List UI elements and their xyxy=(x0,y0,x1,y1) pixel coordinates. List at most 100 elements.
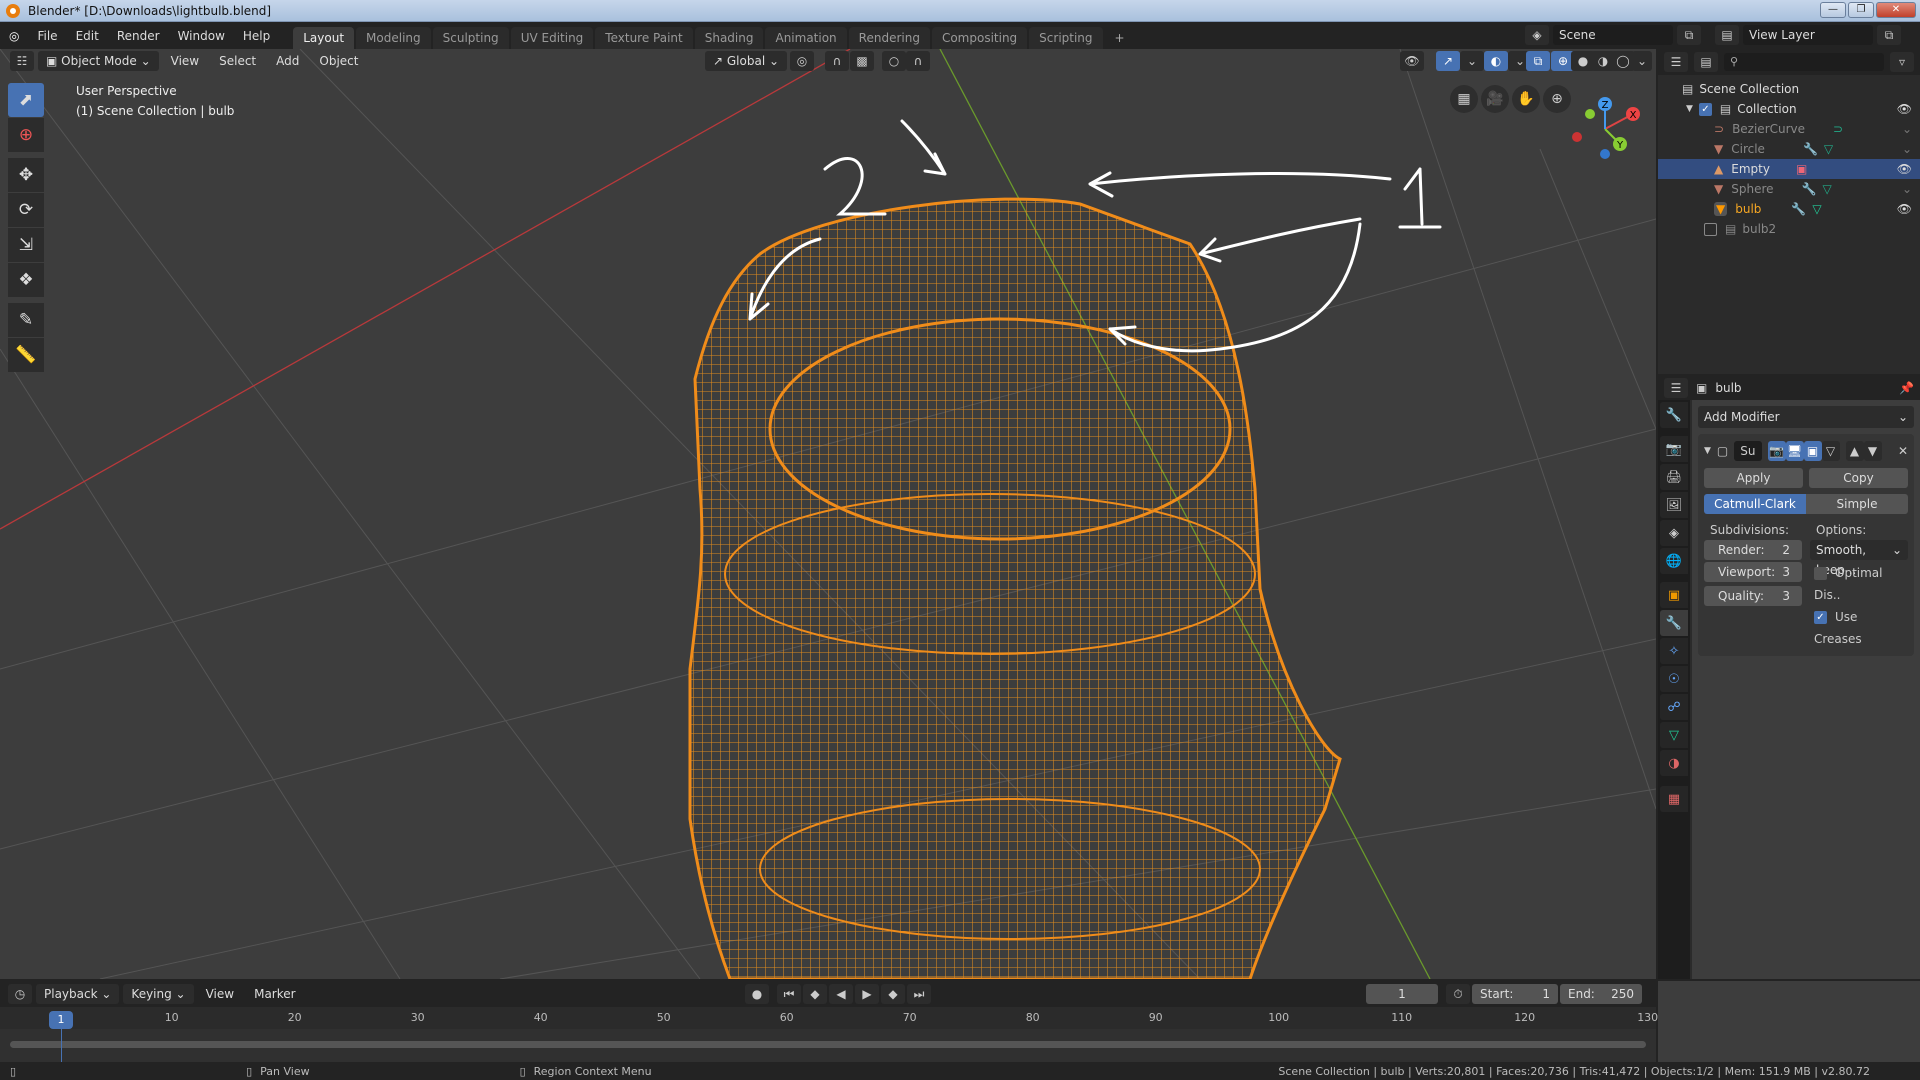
frame-ruler[interactable]: 1020304050607080901001101201301401501601… xyxy=(0,1007,1904,1029)
outliner-item-empty[interactable]: ▲ Empty ▣ 👁 xyxy=(1658,159,1920,179)
expand-arrow-icon[interactable]: ▼ xyxy=(1686,104,1693,114)
use-creases-checkbox[interactable]: ✓ xyxy=(1814,611,1827,624)
show-editmode-icon[interactable]: ▣ xyxy=(1803,441,1822,461)
viewport-menu-view[interactable]: View xyxy=(163,51,207,71)
pin-icon[interactable]: 📌 xyxy=(1899,381,1914,395)
proportional-edit-icon[interactable]: ○ xyxy=(882,51,906,71)
object-data-tab[interactable]: ▽ xyxy=(1660,722,1688,748)
cursor-tool[interactable]: ⊕ xyxy=(8,118,44,152)
copy-button[interactable]: Copy xyxy=(1809,468,1908,488)
optimal-display-checkbox[interactable] xyxy=(1814,567,1827,580)
start-frame-field[interactable]: Start: 1 xyxy=(1472,984,1558,1004)
use-creases-row[interactable]: ✓ Use Creases xyxy=(1810,606,1908,650)
record-icon[interactable]: ● xyxy=(745,984,769,1004)
tab-animation[interactable]: Animation xyxy=(765,27,847,49)
world-tab[interactable]: 🌐 xyxy=(1660,548,1688,574)
gizmo-toggle-icon[interactable]: ↗ xyxy=(1436,51,1460,71)
gizmo-dropdown-icon[interactable]: ⌄ xyxy=(1460,51,1484,71)
tab-scripting[interactable]: Scripting xyxy=(1029,27,1103,49)
scale-tool[interactable]: ⇲ xyxy=(8,228,44,262)
3d-viewport[interactable]: ☷ ▣ Object Mode ⌄ View Select Add Object… xyxy=(0,49,1656,979)
quality-field[interactable]: Quality: 3 xyxy=(1704,586,1802,606)
move-tool[interactable]: ✥ xyxy=(8,158,44,192)
view-layer-icon[interactable]: ▤ xyxy=(1715,25,1739,45)
outliner-item-bulb2[interactable]: ▤ bulb2 xyxy=(1658,219,1920,239)
tab-rendering[interactable]: Rendering xyxy=(848,27,930,49)
output-tab[interactable]: 🖨 xyxy=(1660,464,1688,490)
menu-help[interactable]: Help xyxy=(234,23,279,49)
tab-uv-editing[interactable]: UV Editing xyxy=(510,27,594,49)
apply-button[interactable]: Apply xyxy=(1704,468,1803,488)
playhead[interactable]: 1 xyxy=(49,1011,73,1029)
collection-checkbox[interactable] xyxy=(1704,222,1717,236)
scene-name-field[interactable]: Scene xyxy=(1553,25,1673,45)
timeline-view-menu[interactable]: View xyxy=(198,984,242,1004)
play-icon[interactable]: ▶ xyxy=(855,984,879,1004)
jump-start-icon[interactable]: ⏮ xyxy=(777,984,801,1004)
render-tab[interactable]: 📷 xyxy=(1660,436,1688,462)
keying-menu[interactable]: Keying ⌄ xyxy=(123,984,194,1004)
next-keyframe-icon[interactable]: ◆ xyxy=(881,984,905,1004)
current-frame-field[interactable]: 1 xyxy=(1366,984,1438,1004)
tab-modeling[interactable]: Modeling xyxy=(356,27,431,49)
pivot-point-icon[interactable]: ◎ xyxy=(790,51,814,71)
tab-layout[interactable]: Layout xyxy=(293,27,355,49)
snap-icon[interactable]: ∩ xyxy=(825,51,849,71)
prev-keyframe-icon[interactable]: ◆ xyxy=(803,984,827,1004)
view-layer-field[interactable]: View Layer xyxy=(1743,25,1873,45)
orientation-gizmo[interactable]: X Y Z xyxy=(1560,89,1650,169)
collapse-arrow-icon[interactable]: ▼ xyxy=(1704,446,1711,456)
render-levels-field[interactable]: Render: 2 xyxy=(1704,540,1802,560)
modifier-name-field[interactable]: Su xyxy=(1734,441,1762,461)
uv-smooth-dropdown[interactable]: Smooth, keep .. ⌄ xyxy=(1810,540,1908,577)
blender-menu-icon[interactable]: ◎ xyxy=(0,23,28,49)
snap-target-icon[interactable]: ▩ xyxy=(850,51,874,71)
object-tab[interactable]: ▣ xyxy=(1660,582,1688,608)
new-scene-icon[interactable]: ⧉ xyxy=(1677,25,1701,45)
restore-button[interactable]: ❐ xyxy=(1848,2,1874,18)
new-view-layer-icon[interactable]: ⧉ xyxy=(1877,25,1901,45)
playback-menu[interactable]: Playback ⌄ xyxy=(36,984,120,1004)
jump-end-icon[interactable]: ⏭ xyxy=(907,984,931,1004)
transform-orientation-dropdown[interactable]: ↗ Global ⌄ xyxy=(705,51,788,71)
simple-option[interactable]: Simple xyxy=(1806,494,1908,514)
viewport-menu-select[interactable]: Select xyxy=(211,51,264,71)
xray-toggle-icon[interactable]: ⧉ xyxy=(1526,51,1550,71)
end-frame-field[interactable]: End: 250 xyxy=(1560,984,1642,1004)
properties-editor-type-icon[interactable]: ☰ xyxy=(1664,378,1688,398)
visibility-hidden-icon[interactable]: ⌄ xyxy=(1902,122,1912,136)
menu-edit[interactable]: Edit xyxy=(67,23,108,49)
pan-view-icon[interactable]: ✋ xyxy=(1512,85,1540,113)
gizmo-neg-x[interactable] xyxy=(1572,132,1582,142)
close-button[interactable]: ✕ xyxy=(1876,2,1916,18)
overlay-toggle-icon[interactable]: ◐ xyxy=(1484,51,1508,71)
collection-checkbox[interactable]: ✓ xyxy=(1698,102,1712,116)
remove-modifier-icon[interactable]: ✕ xyxy=(1898,444,1908,458)
mode-dropdown[interactable]: ▣ Object Mode ⌄ xyxy=(38,51,159,71)
outliner-scene-collection[interactable]: ▤ Scene Collection xyxy=(1658,79,1920,99)
constraints-tab[interactable]: ☍ xyxy=(1660,694,1688,720)
annotate-tool[interactable]: ✎ xyxy=(8,303,44,337)
add-workspace-button[interactable]: + xyxy=(1105,27,1135,49)
viewport-menu-add[interactable]: Add xyxy=(268,51,307,71)
timeline-scrollbar[interactable] xyxy=(10,1041,1646,1048)
optimal-display-row[interactable]: Optimal Dis.. xyxy=(1810,562,1908,606)
outliner-item-beziercurve[interactable]: ⊃ BezierCurve ⊃ ⌄ xyxy=(1658,119,1920,139)
show-on-cage-icon[interactable]: ▽ xyxy=(1821,441,1840,461)
viewport-menu-object[interactable]: Object xyxy=(311,51,366,71)
view-layer-tab[interactable]: 🖼 xyxy=(1660,492,1688,518)
visibility-eye-icon[interactable]: 👁 xyxy=(1897,162,1912,176)
timeline-track-area[interactable] xyxy=(0,1029,1656,1062)
filter-icon[interactable]: ▿ xyxy=(1890,52,1914,72)
select-box-tool[interactable]: ⬈ xyxy=(8,83,44,117)
outliner-item-sphere[interactable]: ▼ Sphere 🔧 ▽ ⌄ xyxy=(1658,179,1920,199)
texture-tab[interactable]: ▦ xyxy=(1660,786,1688,812)
measure-tool[interactable]: 📏 xyxy=(8,338,44,372)
timeline-editor-type-icon[interactable]: ◷ xyxy=(8,984,32,1004)
scene-selector-icon[interactable]: ◈ xyxy=(1525,25,1549,45)
outliner-item-collection[interactable]: ▼ ✓ ▤ Collection 👁 xyxy=(1658,99,1920,119)
preview-range-icon[interactable]: ⏱ xyxy=(1446,984,1470,1004)
tab-shading[interactable]: Shading xyxy=(694,27,764,49)
particles-tab[interactable]: ✧ xyxy=(1660,638,1688,664)
bulb-mesh-wireframe[interactable] xyxy=(688,197,1342,979)
